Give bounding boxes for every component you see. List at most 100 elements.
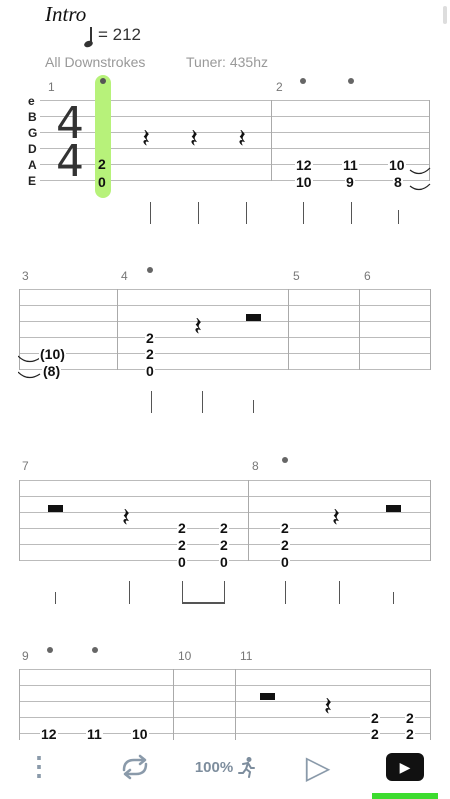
play-icon: ▷ xyxy=(305,749,331,785)
time-signature-bottom: 4 xyxy=(56,136,84,187)
fret-number[interactable]: 0 xyxy=(145,364,155,378)
quarter-rest: 𝄽 xyxy=(332,503,340,533)
note-stem xyxy=(253,400,254,413)
fret-number[interactable]: 10 xyxy=(131,727,149,741)
fret-number[interactable]: 2 xyxy=(177,538,187,552)
speed-label: 100% xyxy=(194,758,234,776)
string-label: A xyxy=(28,158,37,172)
speed-button[interactable]: 100% xyxy=(190,752,262,782)
measure-number: 9 xyxy=(22,649,29,663)
fret-number[interactable]: 10 xyxy=(388,158,406,172)
staccato-dot xyxy=(92,647,98,653)
note-stem xyxy=(393,592,394,604)
measure-number: 5 xyxy=(293,269,300,283)
note-stem xyxy=(151,391,152,413)
staccato-dot xyxy=(282,457,288,463)
quarter-rest: 𝄽 xyxy=(142,124,150,154)
fret-number[interactable]: 12 xyxy=(40,727,58,741)
stroke-mode-label: All Downstrokes xyxy=(45,54,146,70)
fret-number[interactable]: 2 xyxy=(370,727,380,741)
fret-number[interactable]: 2 xyxy=(370,711,380,725)
youtube-play-icon: ▶ xyxy=(399,758,411,775)
fret-number[interactable]: 12 xyxy=(295,158,313,172)
half-rest xyxy=(48,505,63,512)
fret-number[interactable]: 2 xyxy=(219,538,229,552)
quarter-note-icon xyxy=(84,27,92,45)
staccato-dot xyxy=(147,267,153,273)
fret-number[interactable]: 2 xyxy=(177,521,187,535)
staccato-dot xyxy=(300,78,306,84)
note-stem xyxy=(339,581,340,604)
note-stem xyxy=(224,581,225,604)
quarter-rest: 𝄽 xyxy=(190,124,198,154)
fret-number[interactable]: 2 xyxy=(280,538,290,552)
fret-number[interactable]: 2 xyxy=(145,347,155,361)
quarter-rest: 𝄽 xyxy=(238,124,246,154)
tie-arc xyxy=(409,167,431,191)
quarter-rest: 𝄽 xyxy=(194,312,202,342)
fret-number[interactable]: 11 xyxy=(86,727,103,741)
measure-number: 6 xyxy=(364,269,371,283)
measure-number: 1 xyxy=(48,80,55,94)
note-stem xyxy=(182,581,183,604)
loop-button[interactable] xyxy=(116,750,154,784)
note-stem xyxy=(303,202,304,224)
tab-staff-row-2[interactable] xyxy=(19,289,431,371)
fret-number[interactable]: 2 xyxy=(405,711,415,725)
scrollbar[interactable] xyxy=(443,6,447,24)
quarter-rest: 𝄽 xyxy=(122,503,130,533)
bottom-toolbar: ⋮ 100% ▷ ▶ xyxy=(0,740,450,799)
fret-number[interactable]: 2 xyxy=(405,727,415,741)
more-menu-button[interactable]: ⋮ xyxy=(26,748,52,784)
string-label: E xyxy=(28,174,37,188)
measure-number: 7 xyxy=(22,459,29,473)
string-label: G xyxy=(28,126,38,140)
staccato-dot xyxy=(348,78,354,84)
tuner-label: Tuner: 435hz xyxy=(186,54,268,70)
more-vert-icon: ⋮ xyxy=(26,750,52,781)
fret-number[interactable]: 8 xyxy=(393,175,403,189)
measure-number: 8 xyxy=(252,459,259,473)
note-stem xyxy=(285,581,286,604)
note-stem xyxy=(129,581,130,604)
fret-number[interactable]: (10) xyxy=(39,347,66,361)
fret-number[interactable]: 10 xyxy=(295,175,313,189)
fret-number[interactable]: 11 xyxy=(342,158,359,172)
fret-number[interactable]: 2 xyxy=(145,331,155,345)
tempo-value: = 212 xyxy=(98,25,142,44)
note-stem xyxy=(246,202,247,224)
half-rest xyxy=(386,505,401,512)
fret-number[interactable]: 0 xyxy=(177,555,187,569)
fret-number[interactable]: 0 xyxy=(97,175,107,189)
fret-number[interactable]: 2 xyxy=(280,521,290,535)
tempo-display[interactable]: = 212 xyxy=(84,25,141,45)
note-stem xyxy=(198,202,199,224)
quarter-rest: 𝄽 xyxy=(324,692,332,722)
note-stem xyxy=(202,391,203,413)
loop-icon xyxy=(122,754,148,780)
measure-number: 10 xyxy=(178,649,192,663)
fret-number[interactable]: (8) xyxy=(42,364,62,378)
eighth-beam xyxy=(182,602,225,604)
measure-number: 3 xyxy=(22,269,29,283)
fret-number[interactable]: 0 xyxy=(219,555,229,569)
note-stem xyxy=(351,202,352,224)
note-stem xyxy=(398,210,399,224)
song-section-title: Intro xyxy=(45,2,87,26)
note-stem xyxy=(150,202,151,224)
fret-number[interactable]: 0 xyxy=(280,555,290,569)
measure-number: 4 xyxy=(121,269,128,283)
half-rest xyxy=(260,693,275,700)
fret-number[interactable]: 2 xyxy=(219,521,229,535)
string-label: D xyxy=(28,142,37,156)
staccato-dot xyxy=(47,647,53,653)
half-rest xyxy=(246,314,261,321)
fret-number[interactable]: 9 xyxy=(345,175,355,189)
string-label: B xyxy=(28,110,37,124)
youtube-active-indicator xyxy=(372,793,438,799)
play-button[interactable]: ▷ xyxy=(300,748,336,786)
note-stem xyxy=(55,592,56,604)
fret-number[interactable]: 2 xyxy=(97,157,107,171)
measure-number: 2 xyxy=(276,80,283,94)
youtube-button[interactable]: ▶ xyxy=(386,753,424,781)
